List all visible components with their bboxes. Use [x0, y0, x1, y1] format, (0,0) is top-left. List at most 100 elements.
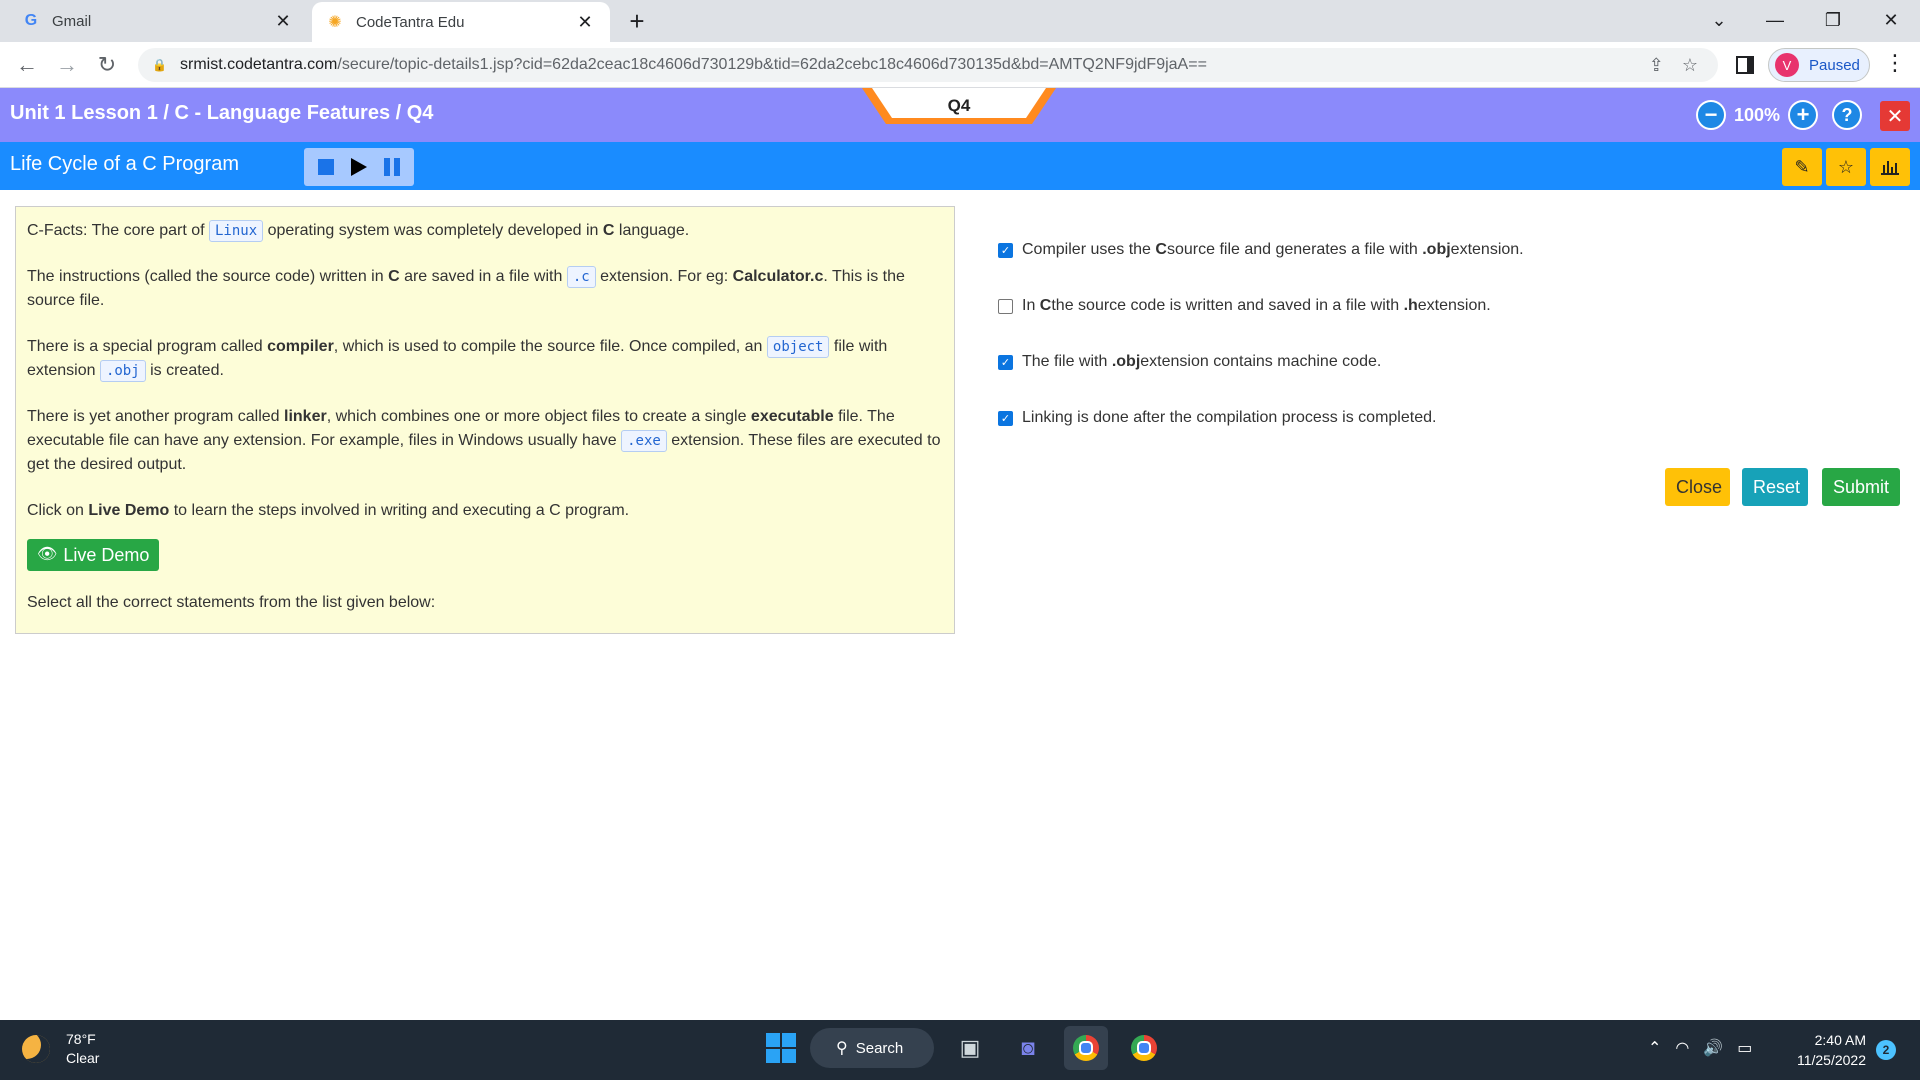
- new-tab-button[interactable]: +: [622, 6, 652, 37]
- tab-codetantra[interactable]: ✺ CodeTantra Edu ✕: [312, 2, 610, 42]
- temperature: 78°F: [66, 1031, 96, 1047]
- star-icon[interactable]: ☆: [1826, 148, 1866, 186]
- option-checkbox[interactable]: ✓: [998, 354, 1013, 370]
- zoom-in-button[interactable]: +: [1788, 100, 1819, 130]
- windows-start-icon[interactable]: [766, 1033, 796, 1063]
- help-button[interactable]: ?: [1832, 100, 1863, 130]
- url-domain: srmist.codetantra.com: [180, 56, 338, 73]
- text: , which combines one or more object file…: [326, 408, 751, 425]
- lesson-title: Life Cycle of a C Program: [10, 153, 239, 175]
- text: is created.: [145, 362, 224, 379]
- bold-text: Live Demo: [88, 502, 170, 519]
- taskbar: 78°F Clear ⚲ Search ▣ ◙ ⌃ ◠ 🔊 ▭ 2:40 AM …: [0, 1020, 1920, 1080]
- submit-button[interactable]: Submit: [1822, 468, 1900, 506]
- battery-icon[interactable]: ▭: [1737, 1038, 1752, 1058]
- question-description-panel: C-Facts: The core part of Linux operatin…: [15, 206, 955, 634]
- close-app-button[interactable]: ✕: [1880, 101, 1910, 131]
- text: There is a special program called: [27, 338, 268, 355]
- zoom-controls: − 100% + ?: [1696, 100, 1863, 130]
- close-button[interactable]: Close: [1665, 468, 1730, 506]
- bar-chart-glyph: [1881, 161, 1899, 175]
- text: In: [1022, 297, 1036, 314]
- zoom-out-button[interactable]: −: [1696, 100, 1726, 130]
- live-demo-button[interactable]: 👁 Live Demo: [27, 539, 160, 571]
- weather-condition: Clear: [66, 1050, 100, 1066]
- weather-widget[interactable]: 78°F Clear: [22, 1030, 99, 1068]
- clock[interactable]: 2:40 AM 11/25/2022: [1786, 1030, 1866, 1070]
- teams-chat-icon[interactable]: ◙: [1006, 1026, 1050, 1070]
- chrome-profile-v-icon[interactable]: [1064, 1026, 1108, 1070]
- close-tab-icon[interactable]: ✕: [574, 12, 596, 33]
- share-icon[interactable]: ⇪: [1649, 55, 1664, 76]
- pause-icon[interactable]: [383, 158, 400, 176]
- taskbar-apps: ⚲ Search ▣ ◙: [766, 1026, 1166, 1070]
- code-snippet: Linux: [209, 220, 264, 242]
- notification-badge[interactable]: 2: [1876, 1040, 1896, 1060]
- bold-text: compiler: [267, 338, 334, 355]
- answer-options: ✓ Compiler uses the C source file and ge…: [998, 222, 1898, 446]
- taskbar-search[interactable]: ⚲ Search: [810, 1028, 934, 1068]
- window-close-button[interactable]: ✕: [1864, 0, 1918, 40]
- reload-button[interactable]: ↻: [92, 50, 122, 80]
- option-checkbox[interactable]: ✓: [998, 410, 1013, 426]
- bookmark-star-icon[interactable]: ☆: [1682, 55, 1698, 76]
- play-icon[interactable]: [350, 158, 367, 176]
- code-snippet: .c: [566, 266, 596, 288]
- back-button[interactable]: ←: [12, 50, 42, 80]
- forward-button[interactable]: →: [52, 50, 82, 80]
- question-instruction: Select all the correct statements from t…: [27, 594, 436, 611]
- text: language.: [614, 222, 690, 239]
- text: source file and generates a file with: [1166, 241, 1418, 258]
- paragraph-source-code: The instructions (called the source code…: [27, 265, 943, 313]
- search-icon: ⚲: [836, 1040, 848, 1057]
- avatar: V: [1775, 53, 1799, 77]
- option-4[interactable]: ✓ Linking is done after the compilation …: [998, 390, 1898, 446]
- pencil-icon[interactable]: ✎: [1782, 148, 1822, 186]
- minimize-button[interactable]: —: [1748, 0, 1802, 40]
- reset-button[interactable]: Reset: [1742, 468, 1808, 506]
- text: extension.: [1450, 241, 1524, 258]
- restore-button[interactable]: ❐: [1806, 0, 1860, 40]
- bold-text: C: [1155, 241, 1167, 258]
- bold-text: linker: [284, 408, 327, 425]
- text: operating system was completely develope…: [263, 222, 603, 239]
- option-checkbox[interactable]: [998, 298, 1013, 314]
- code-snippet: .exe: [621, 430, 667, 452]
- bold-text: C: [388, 268, 400, 285]
- wifi-icon[interactable]: ◠: [1675, 1038, 1689, 1058]
- volume-icon[interactable]: 🔊: [1703, 1038, 1723, 1058]
- bar-chart-icon[interactable]: [1870, 148, 1910, 186]
- url-input[interactable]: 🔒 srmist.codetantra.com/secure/topic-det…: [138, 48, 1718, 82]
- text: There is yet another program called: [27, 408, 285, 425]
- close-tab-icon[interactable]: ✕: [272, 11, 294, 32]
- date: 11/25/2022: [1796, 1052, 1866, 1068]
- browser-menu-icon[interactable]: ⋮: [1884, 50, 1906, 76]
- code-snippet: .obj: [99, 360, 146, 382]
- breadcrumb: Unit 1 Lesson 1 / C - Language Features …: [10, 102, 434, 124]
- stop-icon[interactable]: [318, 159, 335, 175]
- text: , which is used to compile the source fi…: [333, 338, 767, 355]
- search-label: Search: [855, 1039, 904, 1057]
- tab-search-icon[interactable]: ⌄: [1692, 0, 1746, 40]
- option-checkbox[interactable]: ✓: [998, 242, 1013, 258]
- paragraph-linker: There is yet another program called link…: [27, 405, 943, 477]
- tab-title: Gmail: [52, 12, 92, 30]
- task-view-icon[interactable]: ▣: [948, 1026, 992, 1070]
- side-panel-icon[interactable]: [1736, 56, 1754, 74]
- option-2[interactable]: In C the source code is written and save…: [998, 278, 1898, 334]
- bold-text: .obj: [1422, 241, 1451, 258]
- text: the source code is written and saved in …: [1051, 297, 1400, 314]
- browser-tab-bar: G Gmail ✕ ✺ CodeTantra Edu ✕ + ⌄ — ❐ ✕: [0, 0, 1920, 42]
- profile-button[interactable]: V Paused: [1768, 48, 1870, 82]
- chevron-up-icon[interactable]: ⌃: [1648, 1038, 1661, 1058]
- system-tray: ⌃ ◠ 🔊 ▭: [1648, 1038, 1752, 1058]
- profile-status: Paused: [1809, 56, 1860, 74]
- chrome-icon[interactable]: [1122, 1026, 1166, 1070]
- option-3[interactable]: ✓ The file with .obj extension contains …: [998, 334, 1898, 390]
- question-label: Q4: [947, 96, 971, 115]
- gmail-icon: G: [24, 12, 38, 29]
- bold-text: executable: [750, 408, 834, 425]
- option-1[interactable]: ✓ Compiler uses the C source file and ge…: [998, 222, 1898, 278]
- tab-gmail[interactable]: G Gmail ✕: [8, 0, 308, 42]
- text: Compiler uses the: [1022, 241, 1151, 258]
